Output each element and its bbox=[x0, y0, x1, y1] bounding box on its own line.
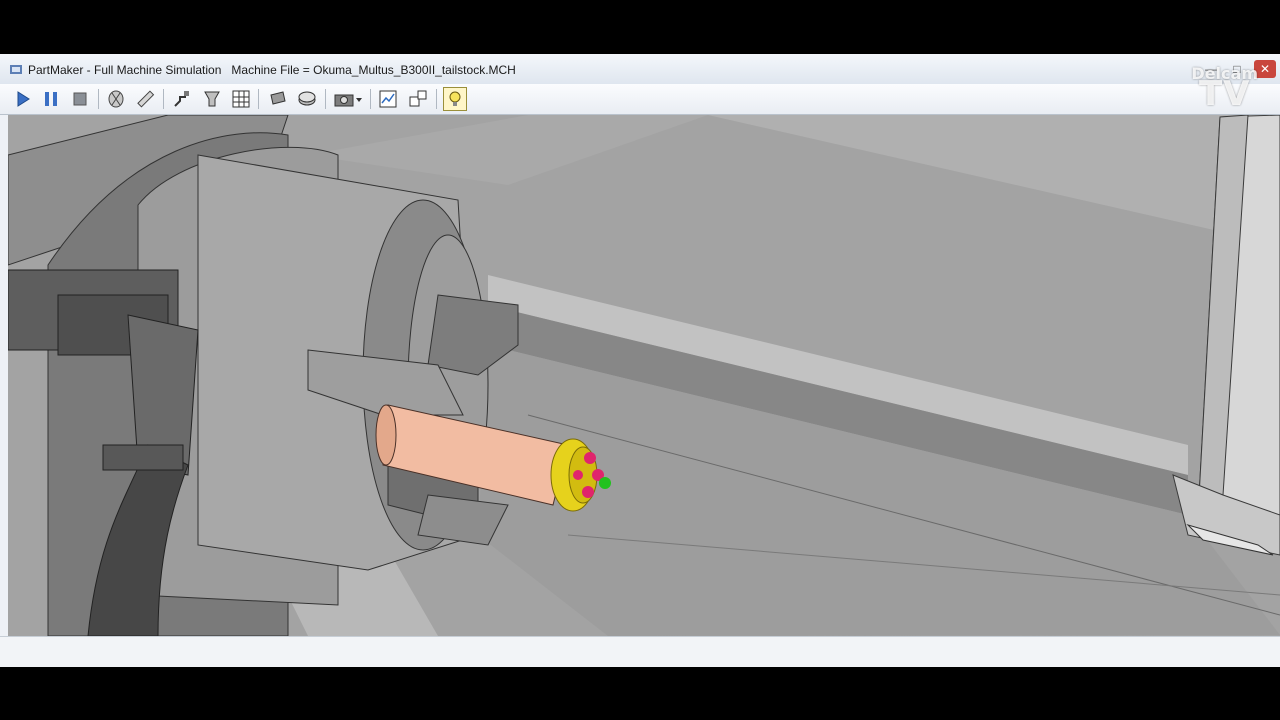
toolbar-separator bbox=[436, 89, 437, 109]
play-button[interactable] bbox=[11, 87, 35, 111]
camera-icon bbox=[334, 94, 362, 107]
toolbar-separator bbox=[325, 89, 326, 109]
lighting-button[interactable] bbox=[443, 87, 467, 111]
tool-path-icon bbox=[174, 91, 189, 107]
machine-simulation-viewport[interactable] bbox=[8, 115, 1280, 636]
stock-icon bbox=[270, 91, 286, 105]
tool-holder-button[interactable] bbox=[200, 87, 224, 111]
fixture-button[interactable] bbox=[295, 87, 319, 111]
simulation-window: PartMaker - Full Machine Simulation Mach… bbox=[0, 54, 1280, 667]
toolbar-separator bbox=[258, 89, 259, 109]
stock-button[interactable] bbox=[266, 87, 290, 111]
grid-button[interactable] bbox=[229, 87, 253, 111]
measure-button[interactable] bbox=[133, 87, 157, 111]
windows-icon bbox=[409, 90, 427, 107]
title-bar: PartMaker - Full Machine Simulation Mach… bbox=[0, 54, 1280, 85]
status-bar bbox=[0, 636, 1280, 667]
tool-path-button[interactable] bbox=[170, 87, 194, 111]
window-title: PartMaker - Full Machine Simulation Mach… bbox=[28, 63, 516, 77]
stop-icon bbox=[73, 92, 87, 106]
tool-holder-icon bbox=[204, 91, 220, 107]
fixture-icon bbox=[298, 91, 316, 106]
chart-icon bbox=[379, 90, 397, 108]
toolbar-separator bbox=[163, 89, 164, 109]
delcam-tv-watermark: Delcam TV bbox=[1191, 66, 1258, 114]
view-part-button[interactable] bbox=[104, 87, 128, 111]
pause-icon bbox=[45, 92, 57, 106]
simulation-toolbar bbox=[0, 84, 1280, 115]
report-button[interactable] bbox=[376, 87, 400, 111]
stop-button[interactable] bbox=[68, 87, 92, 111]
ruler-icon bbox=[137, 90, 155, 108]
camera-dropdown-button[interactable] bbox=[331, 87, 365, 111]
partmaker-app-icon bbox=[10, 65, 22, 74]
watermark-line2: TV bbox=[1198, 73, 1251, 114]
part-view-icon bbox=[108, 90, 124, 108]
play-icon bbox=[17, 91, 30, 107]
pause-button[interactable] bbox=[39, 87, 63, 111]
toolbar-separator bbox=[98, 89, 99, 109]
grid-icon bbox=[232, 90, 250, 108]
toolbar-separator bbox=[370, 89, 371, 109]
windows-button[interactable] bbox=[406, 87, 430, 111]
bulb-icon bbox=[449, 91, 461, 106]
machine-3d-scene bbox=[8, 115, 1280, 636]
